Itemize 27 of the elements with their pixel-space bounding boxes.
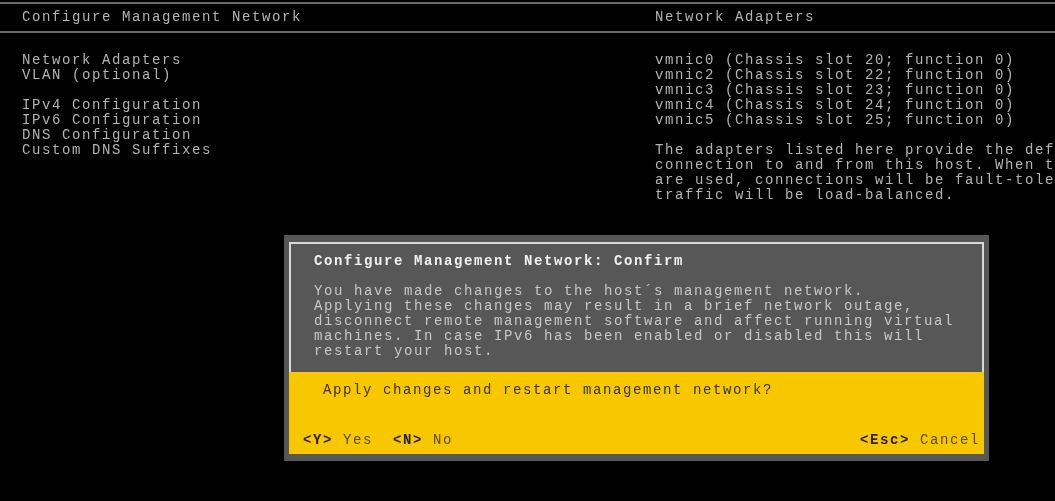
- dialog-message-line: restart your host.: [314, 344, 495, 359]
- adapter-item: vmnic0 (Chassis slot 20; function 0): [655, 53, 1016, 68]
- description-line: The adapters listed here provide the def: [655, 143, 1055, 158]
- panel-title: Network Adapters: [655, 10, 816, 25]
- key-action[interactable]: <Y> Yes: [303, 433, 374, 448]
- menu-item[interactable]: Custom DNS Suffixes: [22, 143, 213, 158]
- description-line: traffic will be load-balanced.: [655, 188, 956, 203]
- dialog-message-line: machines. In case IPv6 has been enabled or disabled this will: [314, 329, 925, 344]
- dialog-message-line: You have made changes to the host´s management network.: [314, 284, 865, 299]
- dialog-question: Apply changes and restart management network?: [322, 383, 774, 398]
- key-action[interactable]: <N> No: [393, 433, 454, 448]
- dialog-message-line: Applying these changes may result in a brief network outage,: [314, 299, 915, 314]
- menu-item[interactable]: IPv4 Configuration: [22, 98, 203, 113]
- dialog-message-line: disconnect remote management software and affect running virtual: [314, 314, 955, 329]
- dialog-title: Configure Management Network: Confirm: [314, 254, 685, 269]
- adapter-item: vmnic3 (Chassis slot 23; function 0): [655, 83, 1016, 98]
- menu-item[interactable]: DNS Configuration: [22, 128, 193, 143]
- menu-item[interactable]: IPv6 Configuration: [22, 113, 203, 128]
- adapter-item: vmnic5 (Chassis slot 25; function 0): [655, 113, 1016, 128]
- menu-item[interactable]: Network Adapters: [22, 53, 183, 68]
- screen-title: Configure Management Network: [22, 10, 303, 25]
- description-line: connection to and from this host. When t: [655, 158, 1055, 173]
- adapter-item: vmnic4 (Chassis slot 24; function 0): [655, 98, 1016, 113]
- description-line: are used, connections will be fault-tole: [655, 173, 1055, 188]
- menu-item[interactable]: VLAN (optional): [22, 68, 173, 83]
- key-action[interactable]: <Esc> Cancel: [859, 433, 980, 448]
- adapter-item: vmnic2 (Chassis slot 22; function 0): [655, 68, 1016, 83]
